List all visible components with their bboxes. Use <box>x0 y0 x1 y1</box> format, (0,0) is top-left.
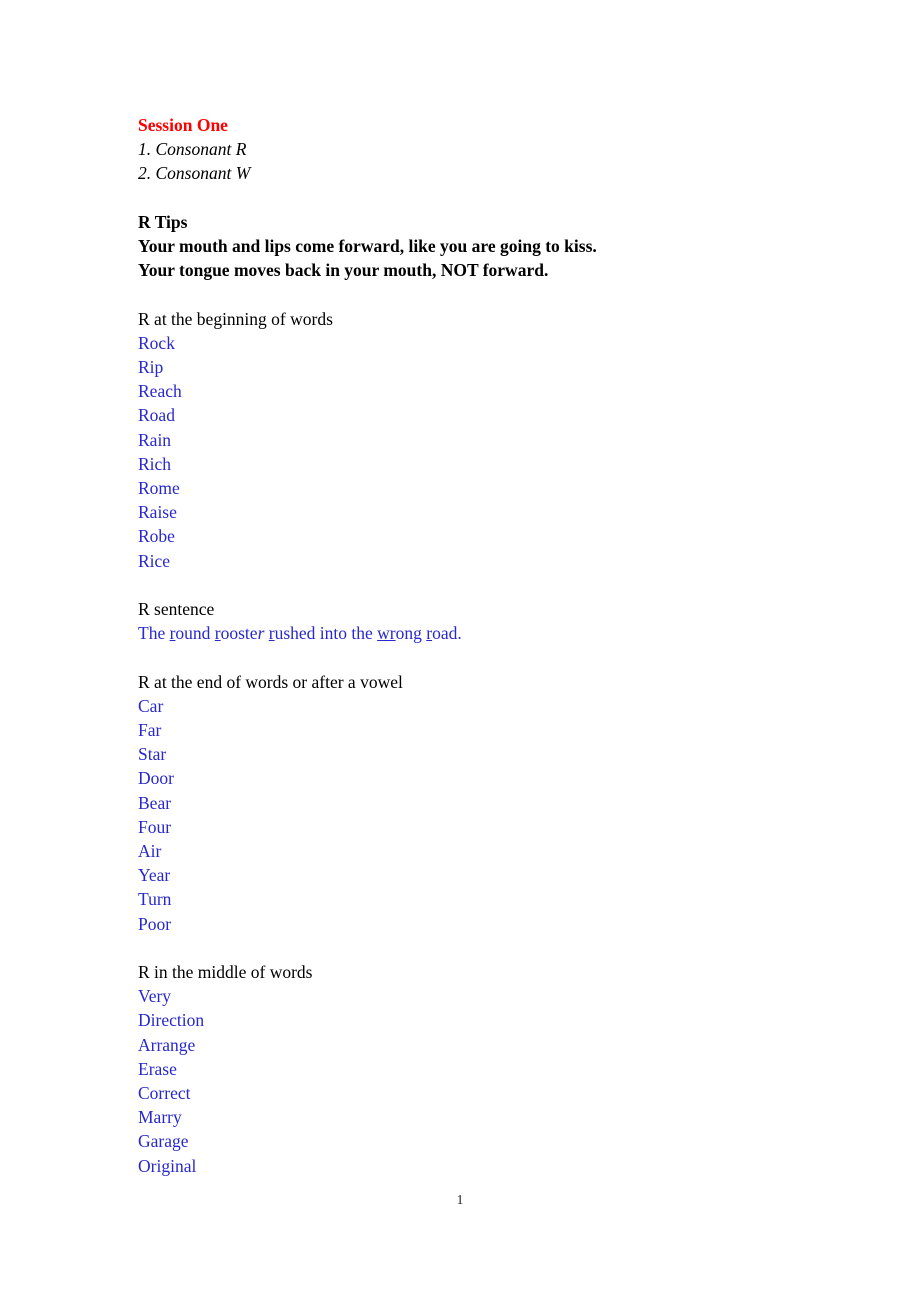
word-item: Door <box>138 768 174 789</box>
word-item: Raise <box>138 502 177 523</box>
word-item: Star <box>138 744 167 765</box>
word-item: Arrange <box>138 1034 196 1055</box>
r-sentence: The round rooster rushed into the wrong … <box>138 623 462 644</box>
word-item: Air <box>138 841 162 862</box>
word-item: Very <box>138 986 172 1007</box>
section-label-middle: R in the middle of words <box>138 962 313 983</box>
word-item: Original <box>138 1155 197 1176</box>
r-tips-line-2: Your tongue moves back in your mouth, NO… <box>138 260 549 281</box>
word-item: Reach <box>138 381 182 402</box>
word-item: Rip <box>138 357 164 377</box>
word-item: Rome <box>138 478 180 499</box>
word-item: Robe <box>138 526 175 547</box>
word-item: Correct <box>138 1083 191 1104</box>
word-item: Poor <box>138 913 172 934</box>
r-tips-line-1: Your mouth and lips come forward, like y… <box>138 236 597 256</box>
page-title: Session One <box>138 115 228 135</box>
word-item: Turn <box>138 889 172 910</box>
contents-item-1: 1. Consonant R <box>138 139 247 160</box>
section-label-beginning: R at the beginning of words <box>138 308 333 329</box>
word-item: Marry <box>138 1107 182 1128</box>
word-item: Road <box>138 405 175 426</box>
r-tips-heading: R Tips <box>138 211 188 232</box>
word-item: Direction <box>138 1010 205 1031</box>
page-number: 1 <box>456 1192 464 1207</box>
word-item: Far <box>138 720 162 741</box>
word-item: Garage <box>138 1131 189 1152</box>
word-item: Rich <box>138 453 172 474</box>
word-item: Four <box>138 816 172 837</box>
section-label-end: R at the end of words or after a vowel <box>138 671 403 692</box>
word-item: Rice <box>138 550 171 571</box>
word-item: Year <box>138 865 171 886</box>
word-item: Rock <box>138 332 175 353</box>
word-item: Rain <box>138 429 172 450</box>
word-item: Erase <box>138 1058 177 1079</box>
section-label-sentence: R sentence <box>138 599 215 620</box>
word-item: Bear <box>138 792 172 813</box>
document-page: Session One 1. Consonant R 2. Consonant … <box>0 0 920 1302</box>
word-item: Car <box>138 695 164 716</box>
contents-item-2: 2. Consonant W <box>138 163 251 184</box>
document-body: Session One 1. Consonant R 2. Consonant … <box>138 113 778 1178</box>
